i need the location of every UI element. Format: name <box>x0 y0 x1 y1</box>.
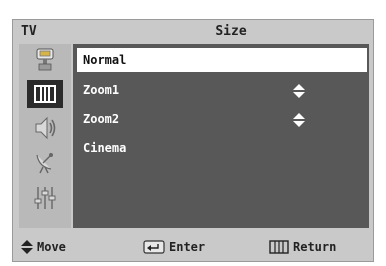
menu-item-normal[interactable]: Normal <box>77 48 367 72</box>
menu-item-cinema[interactable]: Cinema <box>77 136 367 160</box>
sound-icon[interactable] <box>27 114 63 142</box>
menu-icon <box>269 240 289 254</box>
menu-item-zoom1[interactable]: Zoom1 <box>77 78 367 102</box>
tv-osd-menu: TV Size Normal Zoom1 Zoom2 Cinema Move E… <box>12 19 374 262</box>
menu-item-label: Zoom1 <box>83 83 120 97</box>
category-sidebar <box>19 44 71 228</box>
size-menu-panel: Normal Zoom1 Zoom2 Cinema <box>73 44 369 228</box>
return-label: Return <box>293 240 337 254</box>
setup-icon[interactable] <box>27 184 63 212</box>
up-down-arrow-icon[interactable] <box>293 84 305 98</box>
tv-label: TV <box>21 24 37 39</box>
enter-icon <box>143 240 165 254</box>
channel-icon[interactable] <box>27 148 63 176</box>
up-down-arrow-icon[interactable] <box>293 113 305 127</box>
up-down-arrow-icon <box>21 240 33 254</box>
menu-header: TV Size <box>13 20 373 44</box>
menu-title: Size <box>215 24 247 39</box>
input-source-icon[interactable] <box>27 46 63 74</box>
menu-item-zoom2[interactable]: Zoom2 <box>77 107 367 131</box>
return-hint: Return <box>269 239 336 255</box>
move-label: Move <box>37 240 66 254</box>
menu-item-label: Normal <box>83 53 127 67</box>
menu-item-label: Cinema <box>83 141 127 155</box>
menu-item-label: Zoom2 <box>83 112 120 126</box>
navigation-hints: Move Enter Return <box>13 230 373 261</box>
picture-icon[interactable] <box>27 80 63 108</box>
enter-label: Enter <box>169 240 206 254</box>
move-hint: Move <box>21 239 66 255</box>
enter-hint: Enter <box>143 239 205 255</box>
